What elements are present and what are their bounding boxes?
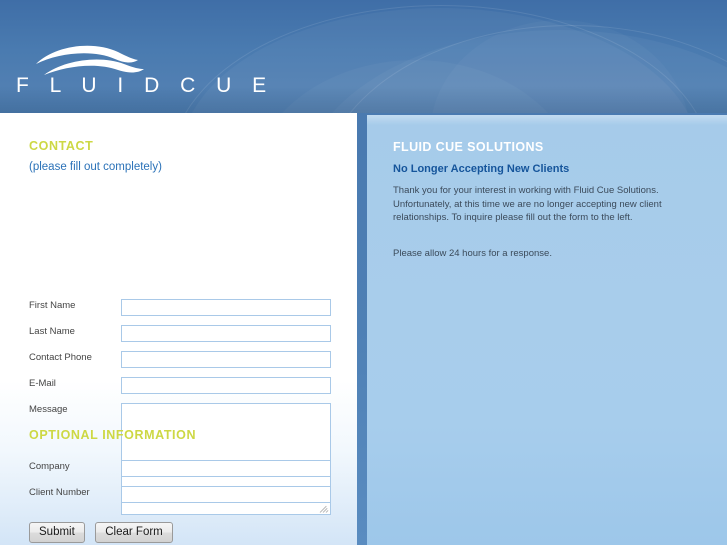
page-root: F L U I D C U E CONTACT (please fill out… xyxy=(0,0,727,545)
contact-form-panel: CONTACT (please fill out completely) Fir… xyxy=(0,113,357,545)
label-email: E-Mail xyxy=(29,378,56,389)
client-number-input[interactable] xyxy=(121,486,331,503)
field-row-client-number: Client Number xyxy=(0,486,357,504)
page-header: F L U I D C U E xyxy=(0,0,727,113)
info-panel-heading: FLUID CUE SOLUTIONS xyxy=(393,140,544,154)
info-panel-subheading: No Longer Accepting New Clients xyxy=(393,163,570,175)
logo-wordmark: F L U I D C U E xyxy=(16,74,274,97)
email-input[interactable] xyxy=(121,377,331,394)
info-panel: FLUID CUE SOLUTIONS No Longer Accepting … xyxy=(367,115,727,545)
label-company: Company xyxy=(29,461,70,472)
clear-form-button[interactable]: Clear Form xyxy=(95,522,173,543)
label-first-name: First Name xyxy=(29,300,76,311)
info-paragraph-1: Thank you for your interest in working w… xyxy=(393,185,662,223)
field-row-contact-phone: Contact Phone xyxy=(0,351,357,369)
form-button-row: Submit Clear Form xyxy=(29,522,179,544)
first-name-input[interactable] xyxy=(121,299,331,316)
label-last-name: Last Name xyxy=(29,326,75,337)
field-row-company: Company xyxy=(0,460,357,478)
field-row-last-name: Last Name xyxy=(0,325,357,343)
info-panel-gloss xyxy=(367,115,727,125)
field-row-email: E-Mail xyxy=(0,377,357,395)
optional-section-heading: OPTIONAL INFORMATION xyxy=(29,428,197,442)
label-message: Message xyxy=(29,404,68,415)
info-paragraph-2: Please allow 24 hours for a response. xyxy=(393,247,552,259)
last-name-input[interactable] xyxy=(121,325,331,342)
wave-lines-icon xyxy=(36,45,144,75)
contact-section-heading: CONTACT xyxy=(29,139,94,153)
field-row-first-name: First Name xyxy=(0,299,357,317)
info-panel-body: Thank you for your interest in working w… xyxy=(393,184,697,260)
contact-phone-input[interactable] xyxy=(121,351,331,368)
label-contact-phone: Contact Phone xyxy=(29,352,92,363)
company-input[interactable] xyxy=(121,460,331,477)
submit-button[interactable]: Submit xyxy=(29,522,85,543)
site-logo[interactable]: F L U I D C U E xyxy=(14,42,266,100)
label-client-number: Client Number xyxy=(29,487,90,498)
contact-section-subheading: (please fill out completely) xyxy=(29,161,162,173)
